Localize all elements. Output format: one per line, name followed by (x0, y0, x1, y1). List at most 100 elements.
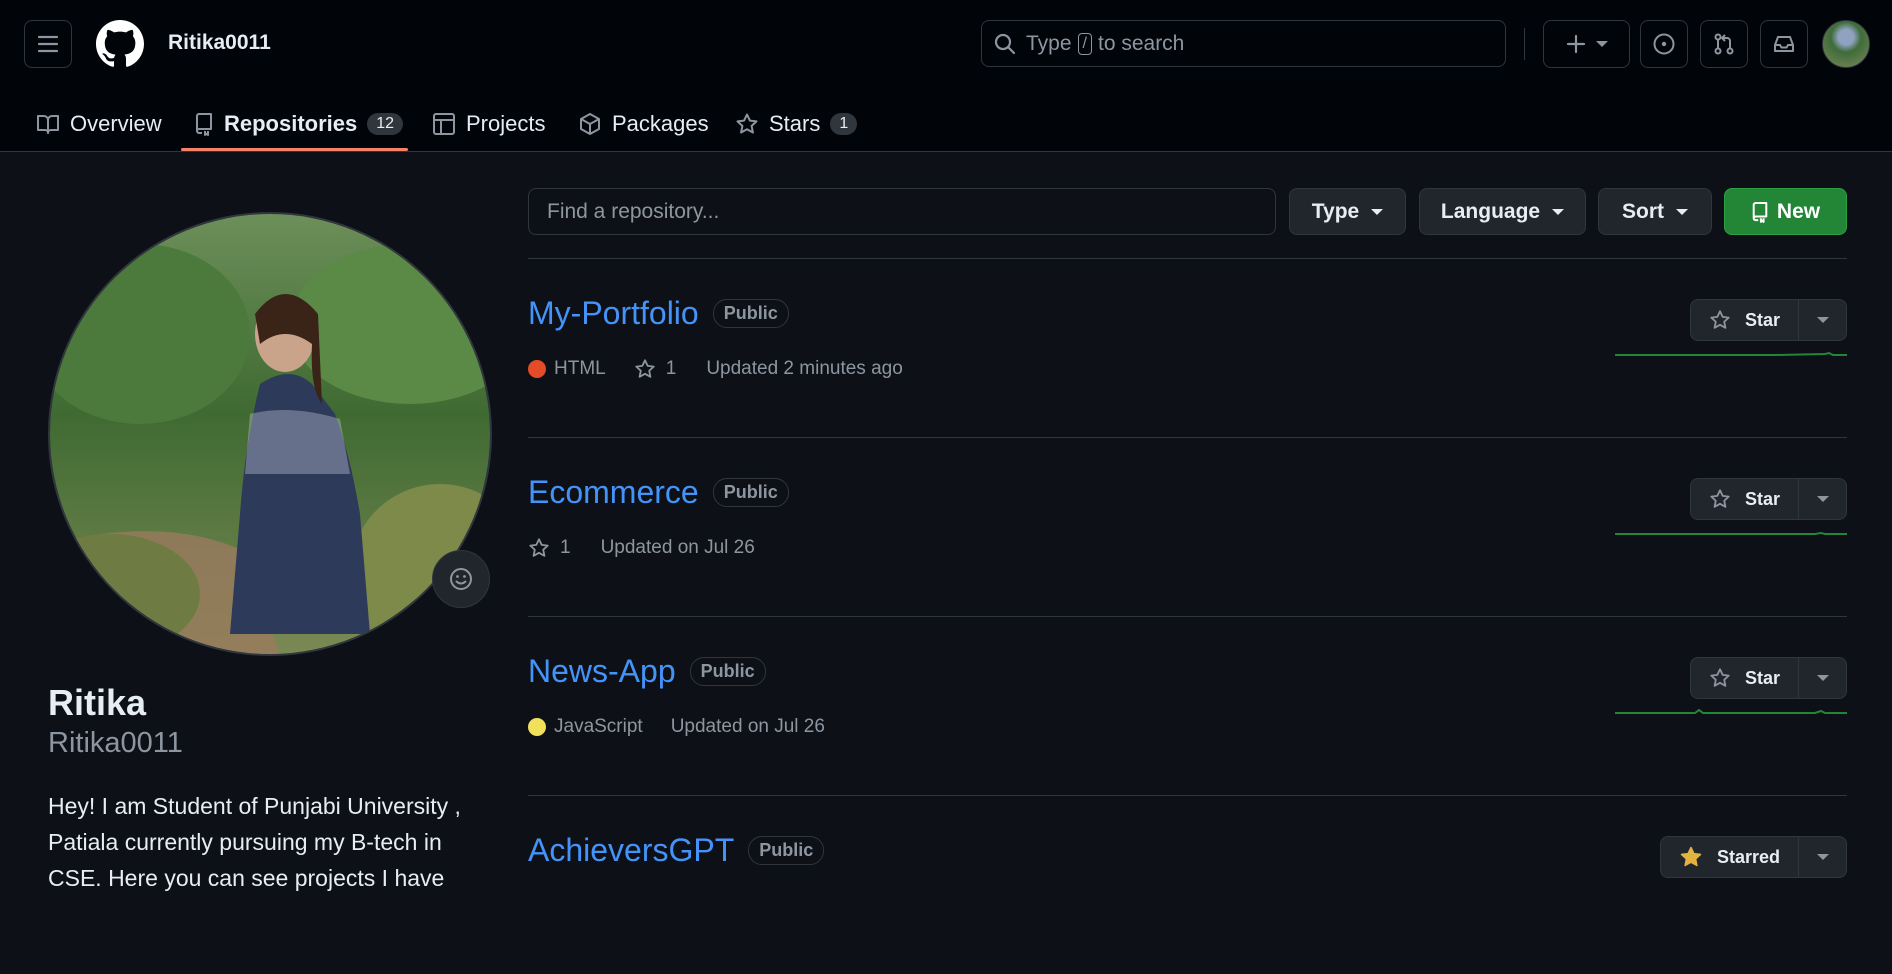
star-button[interactable]: Star (1689, 299, 1847, 341)
chevron-down-icon (1816, 317, 1829, 323)
github-logo-icon[interactable] (96, 20, 144, 68)
repo-list-item: Ecommerce Public 1 Updated on Jul 26 Sta… (528, 438, 1847, 616)
tab-stars[interactable]: Stars 1 (735, 96, 858, 152)
repo-language: HTML (528, 358, 606, 380)
tab-stars-label: Stars (769, 111, 821, 136)
active-tab-indicator (181, 148, 408, 151)
repo-name-link[interactable]: Ecommerce (528, 474, 699, 511)
tab-packages-label: Packages (612, 111, 709, 136)
repo-icon (1751, 201, 1769, 223)
header-username[interactable]: Ritika0011 (168, 31, 271, 55)
tab-repositories[interactable]: Repositories 12 (194, 96, 404, 152)
issues-icon[interactable] (1640, 20, 1688, 68)
star-icon (1709, 309, 1731, 331)
star-icon (735, 112, 759, 136)
repo-name-link[interactable]: AchieversGPT (528, 832, 734, 869)
create-new-button[interactable] (1543, 20, 1630, 68)
find-repository-input[interactable] (528, 188, 1276, 235)
repo-list-item: News-App Public JavaScript Updated on Ju… (528, 617, 1847, 795)
star-filled-icon (1679, 845, 1703, 869)
star-lists-dropdown[interactable] (1798, 658, 1846, 698)
language-color-dot (528, 718, 546, 736)
tab-overview[interactable]: Overview (36, 96, 162, 152)
search-shortcut-key: / (1077, 32, 1092, 55)
star-lists-dropdown[interactable] (1798, 300, 1846, 340)
chevron-down-icon (1676, 208, 1688, 215)
language-label: JavaScript (554, 716, 643, 737)
chevron-down-icon (1552, 208, 1565, 215)
star-button[interactable]: Star (1689, 478, 1847, 520)
search-input[interactable]: Type / to search (981, 20, 1506, 67)
visibility-badge: Public (712, 478, 789, 507)
activity-sparkline (1615, 531, 1847, 535)
global-header: Ritika0011 Type / to search Overview Rep (0, 0, 1892, 152)
new-repository-button[interactable]: New (1724, 188, 1847, 235)
sort-filter-button[interactable]: Sort (1598, 188, 1712, 235)
star-icon (528, 537, 550, 559)
chevron-down-icon (1816, 675, 1829, 681)
language-filter-label: Language (1440, 199, 1541, 223)
star-lists-dropdown[interactable] (1798, 837, 1846, 877)
updated-time: Updated on Jul 26 (600, 537, 755, 558)
tab-projects[interactable]: Projects (432, 96, 545, 152)
profile-bio: Hey! I am Student of Punjabi University … (48, 793, 461, 891)
repo-list-item: My-Portfolio Public HTML 1 Updated 2 min… (528, 259, 1847, 437)
chevron-down-icon (1816, 854, 1829, 860)
sort-filter-label: Sort (1622, 199, 1664, 223)
tab-projects-label: Projects (466, 111, 546, 136)
profile-name: Ritika (48, 682, 147, 723)
header-divider (1524, 28, 1525, 60)
pull-requests-icon[interactable] (1700, 20, 1748, 68)
profile-avatar[interactable] (48, 212, 492, 656)
menu-icon[interactable] (24, 20, 72, 68)
repo-name-link[interactable]: News-App (528, 653, 676, 690)
type-filter-button[interactable]: Type (1289, 188, 1406, 235)
visibility-badge: Public (748, 836, 825, 865)
language-filter-button[interactable]: Language (1419, 188, 1586, 235)
book-icon (36, 113, 60, 135)
set-status-button[interactable] (432, 550, 490, 608)
tab-packages[interactable]: Packages (578, 96, 709, 152)
repositories-count-badge: 12 (367, 113, 404, 135)
language-label: HTML (554, 358, 606, 379)
star-button-label: Star (1744, 667, 1780, 688)
visibility-badge: Public (689, 657, 766, 686)
updated-time: Updated 2 minutes ago (706, 358, 903, 379)
star-lists-dropdown[interactable] (1798, 479, 1846, 519)
search-prefix: Type (1026, 31, 1072, 55)
visibility-badge: Public (712, 299, 789, 328)
repo-name-link[interactable]: My-Portfolio (528, 295, 699, 332)
stars-count: 1 (560, 537, 571, 558)
repo-icon (194, 112, 214, 136)
search-icon (994, 33, 1016, 55)
search-suffix: to search (1097, 31, 1185, 55)
starred-button[interactable]: Starred (1659, 836, 1847, 878)
chevron-down-icon (1595, 41, 1608, 47)
star-button-label: Star (1744, 488, 1780, 509)
star-button-label: Starred (1716, 846, 1780, 867)
tab-overview-label: Overview (70, 111, 162, 136)
activity-sparkline (1615, 351, 1847, 356)
plus-icon (1566, 34, 1586, 54)
tab-repositories-label: Repositories (224, 111, 358, 136)
star-button-label: Star (1744, 309, 1780, 330)
repo-language: JavaScript (528, 716, 643, 738)
star-icon (1709, 488, 1731, 510)
repo-list-item: AchieversGPT Public Starred (528, 796, 1847, 974)
updated-time: Updated on Jul 26 (670, 716, 825, 737)
user-avatar[interactable] (1822, 20, 1870, 68)
stars-count: 1 (665, 358, 677, 379)
profile-login: Ritika0011 (48, 727, 183, 759)
language-color-dot (528, 360, 546, 378)
star-button[interactable]: Star (1689, 657, 1847, 699)
chevron-down-icon (1816, 496, 1829, 502)
stars-count-badge: 1 (830, 113, 858, 135)
repo-stars-link[interactable]: 1 (528, 537, 571, 559)
star-icon (634, 358, 656, 380)
repo-stars-link[interactable]: 1 (634, 358, 677, 380)
smiley-icon (448, 566, 474, 592)
package-icon (578, 112, 602, 136)
table-icon (432, 112, 456, 136)
inbox-icon[interactable] (1760, 20, 1808, 68)
activity-sparkline (1615, 708, 1847, 714)
